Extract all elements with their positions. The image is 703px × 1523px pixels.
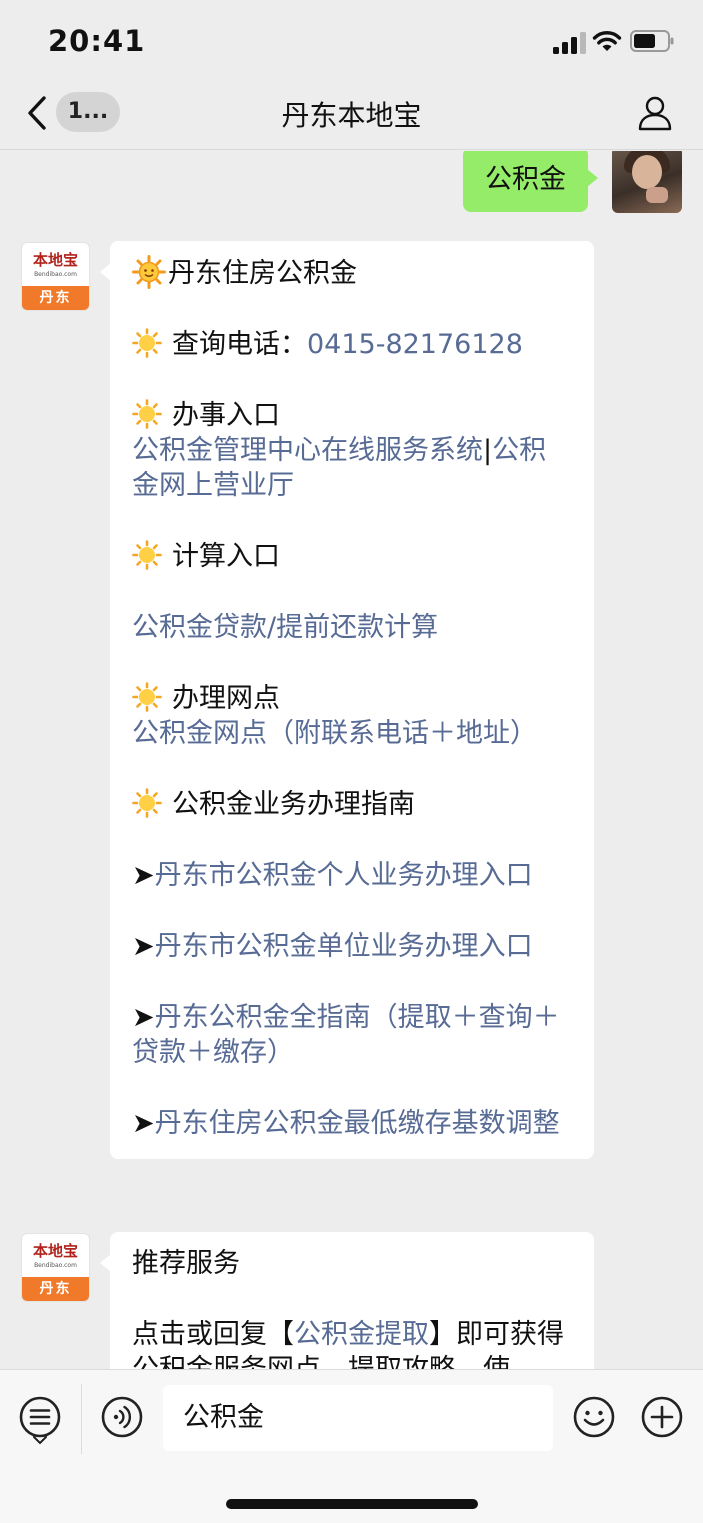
- withdrawal-link[interactable]: 公积金提取: [294, 1319, 429, 1350]
- plus-icon[interactable]: [640, 1395, 684, 1439]
- section-title-guide: 公积金业务办理指南: [172, 789, 415, 820]
- divider: [81, 1384, 82, 1454]
- sun-face-emoji-icon: [132, 255, 166, 289]
- full-guide-link[interactable]: 丹东公积金全指南（提取＋查询＋贷款＋缴存）: [132, 1002, 560, 1068]
- arrow-bullet: ➤: [132, 1002, 155, 1033]
- chevron-down-icon: [33, 1436, 47, 1444]
- logo-subtext: Bendibao.com: [34, 271, 77, 278]
- message-title: 丹东住房公积金: [168, 258, 357, 289]
- section-title-entry: 办事入口: [172, 400, 280, 431]
- arrow-bullet: ➤: [132, 931, 155, 962]
- person-icon[interactable]: [636, 94, 674, 132]
- recommend-title: 推荐服务: [132, 1248, 240, 1279]
- keyboard-menu-icon[interactable]: [18, 1395, 62, 1439]
- logo-city: 丹东: [22, 286, 89, 310]
- recommend-text-before: 点击或回复【: [132, 1319, 294, 1350]
- base-adjustment-link[interactable]: 丹东住房公积金最低缴存基数调整: [155, 1108, 560, 1139]
- sun-emoji-icon: [132, 328, 162, 358]
- user-avatar[interactable]: [612, 151, 682, 213]
- outgoing-message-bubble[interactable]: 公积金: [463, 151, 598, 212]
- sun-emoji-icon: [132, 788, 162, 818]
- section-title-branches: 办理网点: [172, 683, 280, 714]
- incoming-message-bubble[interactable]: 推荐服务 点击或回复【公积金提取】即可获得公积金服务网点、提取攻略、使: [100, 1232, 594, 1369]
- cellular-signal-icon: [553, 32, 586, 54]
- link-separator: |: [483, 435, 493, 466]
- chat-area[interactable]: 公积金 本地宝 Bendibao.com 丹东 丹东住房公积金 查询电话：041…: [0, 151, 703, 1369]
- bot-avatar[interactable]: 本地宝 Bendibao.com 丹东: [21, 242, 90, 311]
- home-indicator[interactable]: [226, 1499, 478, 1509]
- phone-number-link[interactable]: 0415-82176128: [307, 329, 523, 360]
- logo-text: 本地宝: [32, 1242, 78, 1260]
- battery-icon: [630, 30, 674, 52]
- nav-bar: 1... 丹东本地宝: [0, 80, 703, 150]
- wifi-icon: [592, 31, 622, 51]
- emoji-icon[interactable]: [572, 1395, 616, 1439]
- sun-emoji-icon: [132, 540, 162, 570]
- sun-emoji-icon: [132, 682, 162, 712]
- loan-calculator-link[interactable]: 公积金贷款/提前还款计算: [132, 612, 438, 643]
- personal-business-link[interactable]: 丹东市公积金个人业务办理入口: [155, 860, 533, 891]
- logo-city: 丹东: [22, 1277, 89, 1301]
- message-input-value: 公积金: [183, 1402, 264, 1433]
- employer-business-link[interactable]: 丹东市公积金单位业务办理入口: [155, 931, 533, 962]
- sun-emoji-icon: [132, 399, 162, 429]
- online-service-system-link[interactable]: 公积金管理中心在线服务系统: [132, 435, 483, 466]
- message-input[interactable]: 公积金: [163, 1385, 553, 1451]
- section-title-calculator: 计算入口: [172, 541, 280, 572]
- page-title: 丹东本地宝: [281, 99, 422, 132]
- arrow-bullet: ➤: [132, 860, 155, 891]
- bot-avatar[interactable]: 本地宝 Bendibao.com 丹东: [21, 1233, 90, 1302]
- status-bar: 20:41: [0, 0, 703, 80]
- status-time: 20:41: [48, 24, 146, 58]
- arrow-bullet: ➤: [132, 1108, 155, 1139]
- logo-subtext: Bendibao.com: [34, 1262, 77, 1269]
- phone-label: 查询电话：: [172, 329, 307, 360]
- voice-icon[interactable]: [100, 1395, 144, 1439]
- branches-link[interactable]: 公积金网点（附联系电话＋地址）: [132, 718, 537, 749]
- incoming-message-bubble[interactable]: 丹东住房公积金 查询电话：0415-82176128 办事入口 公积金管理中心在…: [100, 241, 594, 1159]
- logo-text: 本地宝: [32, 251, 78, 269]
- outgoing-message-text: 公积金: [485, 164, 566, 195]
